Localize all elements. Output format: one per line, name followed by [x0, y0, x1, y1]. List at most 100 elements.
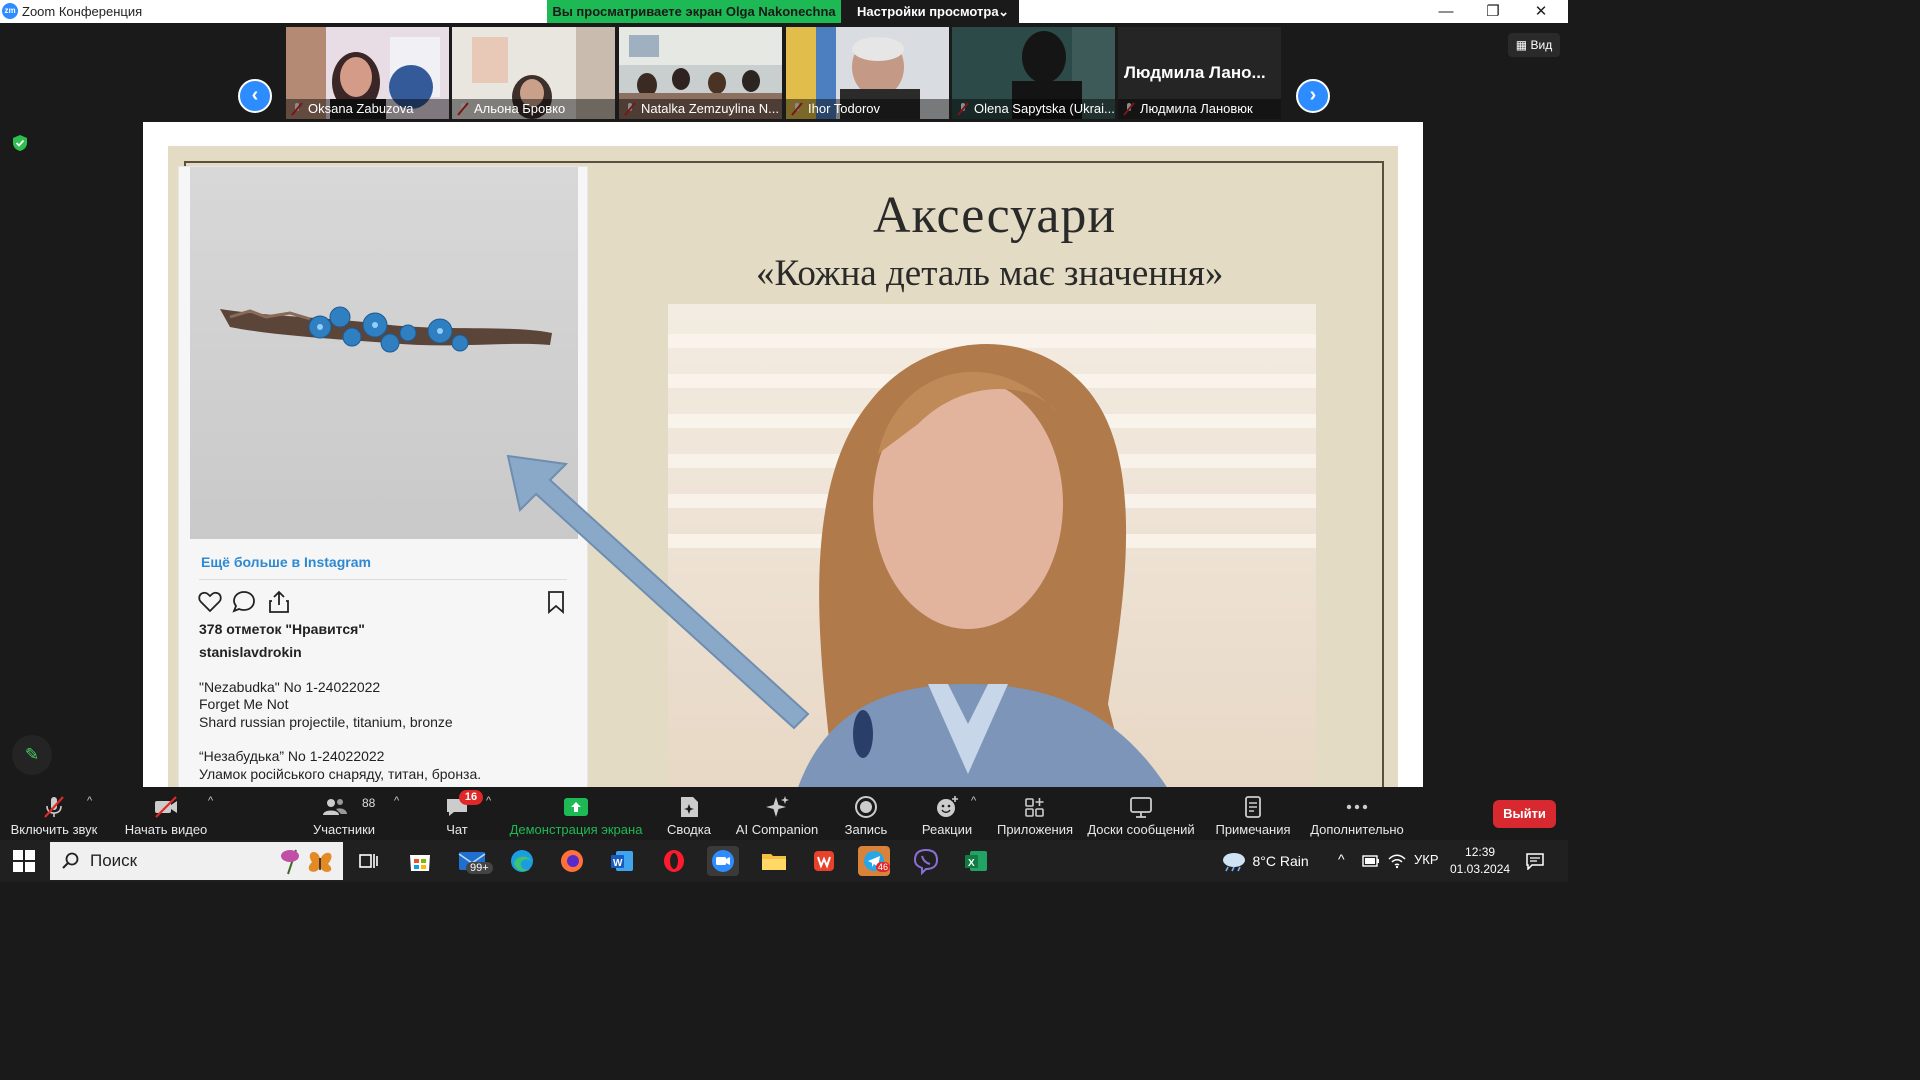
notifications-icon[interactable]: [1525, 852, 1545, 870]
heart-icon[interactable]: [197, 589, 223, 615]
participant-tile[interactable]: Ihor Todorov: [786, 27, 949, 119]
notes-button[interactable]: Примечания: [1212, 787, 1294, 840]
chevron-left-icon: ‹: [251, 84, 259, 106]
reactions-options-caret-icon[interactable]: ^: [971, 795, 976, 807]
weather-widget[interactable]: 8°C Rain: [1220, 850, 1309, 872]
wifi-icon[interactable]: [1388, 853, 1406, 869]
taskbar-clock[interactable]: 12:39 01.03.2024: [1450, 844, 1510, 878]
instagram-more-link[interactable]: Ещё больше в Instagram: [201, 554, 371, 570]
tray-overflow-chevron-icon[interactable]: ^: [1338, 851, 1345, 867]
share-screen-button[interactable]: Демонстрация экрана: [506, 787, 646, 840]
participant-tile[interactable]: Olena Sapytska (Ukrai...: [952, 27, 1115, 119]
excel-icon: X: [965, 851, 987, 871]
participants-options-caret-icon[interactable]: ^: [394, 795, 399, 807]
gallery-prev-button[interactable]: ‹: [238, 79, 272, 113]
task-view-icon: [359, 854, 378, 868]
encryption-shield-icon[interactable]: [12, 134, 28, 152]
more-label: Дополнительно: [1310, 822, 1404, 837]
telegram-button[interactable]: 46: [858, 846, 891, 876]
store-icon: [410, 855, 430, 871]
audio-options-caret-icon[interactable]: ^: [87, 795, 92, 807]
pointer-arrow-shape: [506, 454, 810, 730]
share-icon[interactable]: [266, 589, 292, 615]
battery-icon[interactable]: [1362, 854, 1380, 868]
whiteboard-icon: [1130, 797, 1152, 818]
summary-button[interactable]: Сводка: [660, 787, 718, 840]
restore-button[interactable]: ❐: [1470, 0, 1516, 23]
firefox-button[interactable]: [556, 846, 588, 876]
start-video-button[interactable]: Начать видео: [118, 787, 214, 840]
participant-tile[interactable]: Альона Бровко: [452, 27, 615, 119]
minimize-button[interactable]: —: [1423, 0, 1469, 23]
whiteboards-label: Доски сообщений: [1087, 822, 1195, 837]
leave-button[interactable]: Выйти: [1493, 800, 1556, 828]
excel-button[interactable]: X: [960, 846, 992, 876]
zoom-taskbar-button[interactable]: [707, 846, 739, 876]
sparkle-icon: [766, 796, 789, 817]
participant-tile[interactable]: Oksana Zabuzova: [286, 27, 449, 119]
apps-button[interactable]: Приложения: [994, 787, 1076, 840]
office-icon: [814, 851, 834, 871]
opera-button[interactable]: [658, 846, 690, 876]
meeting-stage: ‹ Oksana Zabuzova Альона Бровко Natalka …: [0, 23, 1568, 840]
mail-button[interactable]: 99+: [456, 846, 496, 876]
rain-cloud-icon: [1223, 853, 1245, 872]
apps-icon: [1025, 798, 1044, 817]
participants-button[interactable]: Участники: [300, 787, 388, 840]
word-button[interactable]: W: [606, 846, 638, 876]
zoom-logo-icon: zm: [2, 3, 18, 19]
gallery-next-button[interactable]: ›: [1296, 79, 1330, 113]
ai-companion-button[interactable]: AI Companion: [733, 787, 821, 840]
microsoft-store-button[interactable]: [404, 846, 436, 876]
participant-tile[interactable]: Natalka Zemzuylina N...: [619, 27, 782, 119]
weather-text: 8°C Rain: [1252, 853, 1309, 869]
taskbar-search[interactable]: Поиск: [50, 842, 343, 880]
record-label: Запись: [844, 822, 888, 837]
title-bar: zm Zoom Конференция Вы просматриваете эк…: [0, 0, 1568, 23]
task-view-button[interactable]: [352, 846, 384, 876]
view-button-label: Вид: [1530, 38, 1553, 52]
chat-options-caret-icon[interactable]: ^: [486, 795, 491, 807]
annotate-pen-button[interactable]: ✎: [12, 735, 52, 775]
search-placeholder: Поиск: [90, 851, 138, 870]
more-dots-icon: [1346, 804, 1368, 810]
video-options-caret-icon[interactable]: ^: [208, 795, 213, 807]
file-explorer-button[interactable]: [758, 846, 790, 876]
view-settings-menu[interactable]: Настройки просмотра ⌄: [841, 0, 1019, 23]
close-window-button[interactable]: ✕: [1518, 0, 1564, 23]
record-icon: [855, 796, 877, 818]
caption-line: Shard russian projectile, titanium, bron…: [199, 714, 453, 730]
butterflies-search-highlight-icon: [281, 849, 332, 875]
caption-line: Forget Me Not: [199, 696, 289, 712]
viber-button[interactable]: [910, 846, 942, 876]
caption-line: "Nezabudka" No 1-24022022: [199, 679, 381, 695]
caption-line: Уламок російського снаряду, титан, бронз…: [199, 766, 482, 782]
presentation-slide: Ещё больше в Instagram 378 отметок "Нрав…: [168, 146, 1398, 810]
participant-card-title: Людмила Лано...: [1124, 63, 1266, 82]
notes-icon: [1245, 796, 1261, 818]
clock-time: 12:39: [1465, 845, 1496, 859]
zoom-app-icon: [712, 850, 734, 872]
caption-line: “Незабудька” No 1-24022022: [199, 748, 385, 764]
keyboard-language[interactable]: УКР: [1414, 852, 1439, 867]
notes-label: Примечания: [1215, 822, 1291, 837]
post-username[interactable]: stanislavdrokin: [199, 644, 302, 660]
mail-unread-badge: 99+: [466, 862, 493, 874]
edge-button[interactable]: [506, 846, 538, 876]
window-title: Zoom Конференция: [22, 4, 143, 19]
record-button[interactable]: Запись: [836, 787, 896, 840]
comment-icon[interactable]: [231, 589, 257, 615]
view-button[interactable]: ▦ Вид: [1508, 33, 1560, 57]
chevron-right-icon: ›: [1309, 84, 1317, 106]
summary-icon: [681, 797, 698, 817]
video-off-icon: [155, 796, 177, 818]
windows-start-icon[interactable]: [13, 850, 35, 872]
svg-text:W: W: [613, 858, 623, 869]
participant-name: Альона Бровко: [452, 99, 615, 119]
office-button[interactable]: [808, 846, 840, 876]
chevron-down-icon: ⌄: [998, 4, 1009, 19]
participant-tile[interactable]: Людмила Лано... Людмила Лановюк: [1118, 27, 1281, 119]
more-button[interactable]: Дополнительно: [1308, 787, 1406, 840]
share-screen-label: Демонстрация экрана: [509, 822, 643, 837]
whiteboards-button[interactable]: Доски сообщений: [1084, 787, 1198, 840]
